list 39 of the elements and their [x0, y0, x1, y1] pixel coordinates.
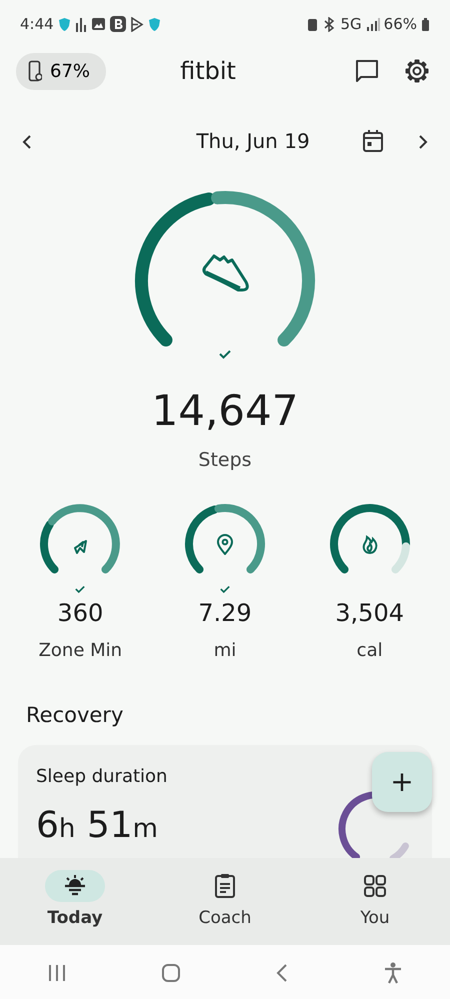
shield-icon — [58, 16, 71, 32]
section-title: Recovery — [26, 702, 124, 728]
stat-value: 3,504 — [335, 600, 404, 624]
card-title: Sleep duration — [36, 765, 168, 789]
stat-label: mi — [214, 638, 236, 662]
flame-icon — [360, 533, 379, 556]
network-label: 5G — [340, 14, 362, 35]
shield-icon — [148, 16, 161, 32]
check-icon — [75, 584, 86, 594]
nav-tab[interactable]: Coach — [170, 858, 280, 945]
app-title: fitbit — [180, 56, 236, 87]
stat-label: cal — [356, 638, 383, 662]
battery-percent: 66% — [384, 14, 417, 35]
add-button[interactable]: + — [372, 752, 432, 812]
battery-saver-icon — [307, 16, 318, 32]
check-icon — [219, 350, 231, 360]
play-icon — [130, 16, 144, 32]
steps-label: Steps — [198, 448, 252, 473]
image-icon — [90, 17, 106, 31]
stat-value: 360 — [57, 600, 104, 624]
nav-tab[interactable]: You — [320, 858, 430, 945]
stat-label: Zone Min — [38, 638, 122, 662]
watch-icon — [28, 60, 42, 82]
status-time: 4:44 — [20, 14, 54, 35]
signal-bars-icon — [74, 16, 87, 32]
grid-icon — [361, 872, 389, 900]
date-label: Thu, Jun 19 — [196, 128, 310, 155]
cell-signal-icon — [366, 17, 380, 31]
location-pin-icon — [216, 533, 234, 556]
nav-tab[interactable]: Today — [20, 858, 130, 945]
steps-count: 14,647 — [152, 390, 298, 432]
arrow-icon — [72, 539, 89, 556]
stat-value: 7.29 — [198, 600, 252, 624]
bluetooth-icon — [322, 16, 336, 32]
watch-battery-chip[interactable]: 67% — [16, 52, 106, 90]
b-letter-icon — [110, 16, 126, 32]
battery-icon — [421, 16, 430, 32]
check-icon — [220, 584, 230, 594]
sleep-duration: 6h 51 m — [36, 808, 158, 844]
